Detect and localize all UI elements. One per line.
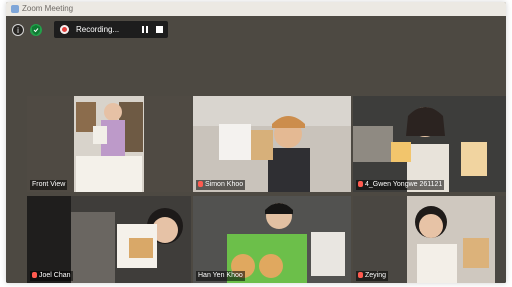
pause-icon[interactable] — [142, 26, 149, 33]
mic-muted-icon — [358, 272, 363, 278]
mic-muted-icon — [32, 272, 37, 278]
zoom-logo-icon — [11, 5, 19, 13]
video-tile-simon-khoo[interactable]: Simon Khoo — [193, 96, 351, 192]
participant-video — [27, 196, 191, 283]
participant-name-text: Front View — [32, 181, 66, 188]
video-tile-han-yen-khoo[interactable]: Han Yen Khoo — [193, 196, 351, 283]
stop-icon[interactable] — [156, 26, 163, 33]
title-bar: Zoom Meeting — [6, 2, 506, 16]
recording-indicator: Recording... — [54, 21, 168, 38]
zoom-window: Zoom Meeting i Recording... Front View S… — [6, 2, 506, 283]
video-tile-front-view[interactable]: Front View — [27, 96, 191, 192]
recording-dot-icon — [60, 25, 69, 34]
meeting-stage: i Recording... Front View Simon Khoo 4_G… — [6, 16, 506, 283]
participant-name: Joel Chan — [30, 271, 73, 281]
participant-video — [353, 196, 506, 283]
video-tile-joel-chan[interactable]: Joel Chan — [27, 196, 191, 283]
recording-label: Recording... — [76, 25, 120, 34]
participant-video — [193, 196, 351, 283]
participant-name-text: 4_Gwen Yongwe 261121 — [365, 181, 443, 188]
participant-video — [27, 96, 191, 192]
info-icon[interactable]: i — [12, 24, 24, 36]
participant-name: Han Yen Khoo — [196, 271, 245, 281]
participant-video — [193, 96, 351, 192]
participant-name-text: Simon Khoo — [205, 181, 244, 188]
participant-name-text: Zeying — [365, 272, 387, 279]
window-title: Zoom Meeting — [22, 4, 74, 13]
participant-name-text: Joel Chan — [39, 272, 71, 279]
security-shield-icon[interactable] — [30, 24, 42, 36]
participant-name: Zeying — [356, 271, 389, 281]
video-tile-zeying[interactable]: Zeying — [353, 196, 506, 283]
participant-name: Simon Khoo — [196, 180, 246, 190]
video-tile-gwen[interactable]: 4_Gwen Yongwe 261121 — [353, 96, 506, 192]
participant-name: Front View — [30, 180, 68, 190]
participant-name-text: Han Yen Khoo — [198, 272, 243, 279]
participant-name: 4_Gwen Yongwe 261121 — [356, 180, 445, 190]
mic-muted-icon — [358, 181, 363, 187]
participant-video — [353, 96, 506, 192]
mic-muted-icon — [198, 181, 203, 187]
